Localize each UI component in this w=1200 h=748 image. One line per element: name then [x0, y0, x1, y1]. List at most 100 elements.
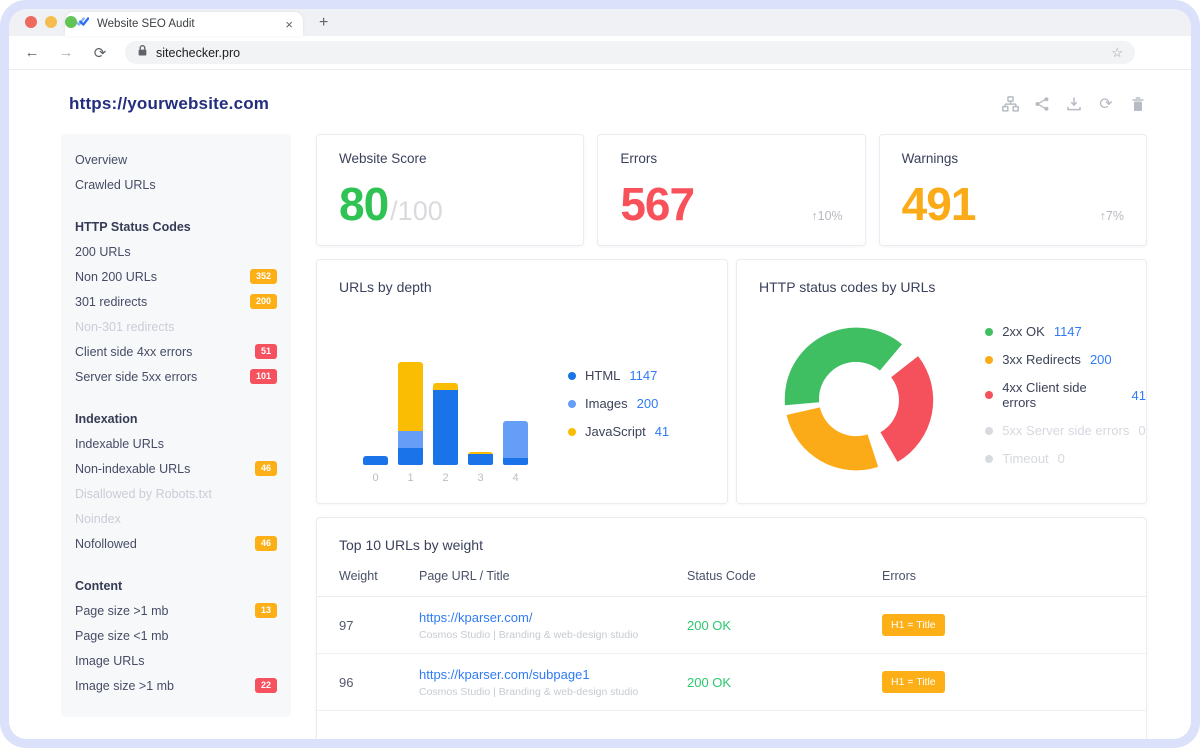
- count-badge: 101: [250, 369, 277, 384]
- count-badge: 51: [255, 344, 277, 359]
- table-header: Weight Page URL / Title Status Code Erro…: [317, 569, 1146, 597]
- page-content: https://yourwebsite.com: [9, 70, 1191, 739]
- outer-frame: Website SEO Audit × + ← → ⟳ sitechecker.…: [0, 0, 1200, 748]
- bar-x-label: 0: [372, 472, 378, 485]
- sidebar-item-indexable-urls[interactable]: Indexable URLs: [75, 431, 277, 456]
- sidebar-item-label: Crawled URLs: [75, 178, 277, 192]
- sidebar-item-label: Nofollowed: [75, 537, 255, 551]
- sidebar-item-nofollowed[interactable]: Nofollowed46: [75, 531, 277, 556]
- legend-label: JavaScript: [585, 424, 646, 439]
- tab-strip: Website SEO Audit × +: [9, 9, 1191, 36]
- legend-dot-icon: [985, 356, 993, 364]
- chart-title: URLs by depth: [317, 260, 727, 295]
- sidebar-item-noindex[interactable]: Noindex: [75, 506, 277, 531]
- legend-item: 2xx OK1147: [985, 324, 1146, 339]
- sidebar-item-page-size-1-mb[interactable]: Page size <1 mb: [75, 623, 277, 648]
- sidebar-item-non-200-urls[interactable]: Non 200 URLs352: [75, 264, 277, 289]
- audited-site-url: https://yourwebsite.com: [69, 94, 269, 114]
- count-badge: 46: [255, 536, 277, 551]
- sidebar-item-label: Noindex: [75, 512, 277, 526]
- legend-value: 200: [1090, 352, 1112, 367]
- bar-segment-html: [363, 456, 388, 465]
- weight-cell: 97: [339, 618, 419, 633]
- bar-x-label: 4: [512, 472, 518, 485]
- close-window-button[interactable]: [25, 16, 37, 28]
- donut-segment-4xx: [880, 356, 933, 462]
- errors-delta: ↑10%: [811, 209, 842, 223]
- tab-close-icon[interactable]: ×: [285, 17, 293, 32]
- new-tab-button[interactable]: +: [319, 14, 328, 32]
- sidebar-item-label: Indexation: [75, 412, 277, 426]
- warnings-value: 491: [902, 177, 976, 231]
- bar-segment-images: [398, 431, 423, 448]
- status-codes-card: HTTP status codes by URLs 2xx OK11473xx …: [736, 259, 1147, 504]
- sidebar-item-disallowed-by-robots-txt[interactable]: Disallowed by Robots.txt: [75, 481, 277, 506]
- legend-label: 2xx OK: [1002, 324, 1045, 339]
- sidebar-item-image-size-1-mb[interactable]: Image size >1 mb22: [75, 673, 277, 698]
- legend-item: 3xx Redirects200: [985, 352, 1146, 367]
- sidebar-item-label: Disallowed by Robots.txt: [75, 487, 277, 501]
- bookmark-star-icon[interactable]: ☆: [1111, 45, 1123, 61]
- legend-item: Images200: [568, 396, 669, 411]
- website-score-max: /100: [390, 196, 443, 227]
- bar-chart-legend: HTML1147Images200JavaScript41: [568, 368, 669, 439]
- bar-column: 4: [503, 421, 528, 485]
- sitechecker-favicon-icon: [75, 15, 89, 33]
- stat-title: Errors: [620, 151, 842, 166]
- legend-dot-icon: [568, 428, 576, 436]
- page-url-cell: https://kparser.com/subpage1Cosmos Studi…: [419, 667, 687, 698]
- trash-icon[interactable]: [1129, 95, 1147, 113]
- sidebar-item-overview[interactable]: Overview: [75, 147, 277, 172]
- donut-segment-3xx: [787, 407, 879, 470]
- bar-x-label: 3: [477, 472, 483, 485]
- bar-column: 0: [363, 456, 388, 485]
- sidebar-item-crawled-urls[interactable]: Crawled URLs: [75, 172, 277, 197]
- sidebar-item-301-redirects[interactable]: 301 redirects200: [75, 289, 277, 314]
- bar-stack: [503, 421, 528, 465]
- table-row: 96https://kparser.com/subpage1Cosmos Stu…: [317, 654, 1146, 711]
- sidebar-section: ContentPage size >1 mb13Page size <1 mbI…: [75, 573, 277, 698]
- sidebar-item-label: HTTP Status Codes: [75, 220, 277, 234]
- errors-card: Errors 567 ↑10%: [597, 134, 865, 246]
- errors-value: 567: [620, 177, 694, 231]
- browser-tab[interactable]: Website SEO Audit ×: [65, 12, 303, 36]
- sidebar-item-client-side-4xx-errors[interactable]: Client side 4xx errors51: [75, 339, 277, 364]
- donut-segment-2xx: [785, 328, 902, 406]
- page-url-link[interactable]: https://kparser.com/subpage1: [419, 667, 687, 682]
- reload-icon[interactable]: ⟳: [91, 44, 109, 62]
- errors-cell: H1 = Title: [882, 671, 1124, 693]
- sidebar-item-200-urls[interactable]: 200 URLs: [75, 239, 277, 264]
- sidebar-item-non-indexable-urls[interactable]: Non-indexable URLs46: [75, 456, 277, 481]
- page-url-link[interactable]: https://kparser.com/: [419, 610, 687, 625]
- sidebar-item-page-size-1-mb[interactable]: Page size >1 mb13: [75, 598, 277, 623]
- col-page-url: Page URL / Title: [419, 569, 687, 583]
- minimize-window-button[interactable]: [45, 16, 57, 28]
- sidebar-item-non-301-redirects[interactable]: Non-301 redirects: [75, 314, 277, 339]
- tab-title: Website SEO Audit: [97, 18, 277, 30]
- col-status-code: Status Code: [687, 569, 882, 583]
- legend-item: Timeout0: [985, 451, 1146, 466]
- legend-label: Images: [585, 396, 628, 411]
- browser-window: Website SEO Audit × + ← → ⟳ sitechecker.…: [9, 9, 1191, 739]
- refresh-icon[interactable]: ⟳: [1097, 95, 1115, 113]
- sidebar-item-label: Image size >1 mb: [75, 679, 255, 693]
- legend-label: Timeout: [1002, 451, 1048, 466]
- share-icon[interactable]: [1033, 95, 1051, 113]
- sidebar-section: IndexationIndexable URLsNon-indexable UR…: [75, 406, 277, 556]
- maximize-window-button[interactable]: [65, 16, 77, 28]
- sitemap-icon[interactable]: [1001, 95, 1019, 113]
- download-icon[interactable]: [1065, 95, 1083, 113]
- sidebar-item-image-urls[interactable]: Image URLs: [75, 648, 277, 673]
- url-text: sitechecker.pro: [156, 46, 1103, 60]
- status-code-cell: 200 OK: [687, 618, 882, 633]
- table-title: Top 10 URLs by weight: [317, 518, 1146, 553]
- url-bar[interactable]: sitechecker.pro ☆: [125, 41, 1135, 64]
- forward-icon[interactable]: →: [57, 44, 75, 61]
- sidebar-item-label: Page size <1 mb: [75, 629, 277, 643]
- sidebar-item-server-side-5xx-errors[interactable]: Server side 5xx errors101: [75, 364, 277, 389]
- sidebar-item-label: Non-indexable URLs: [75, 462, 255, 476]
- count-badge: 200: [250, 294, 277, 309]
- back-icon[interactable]: ←: [23, 44, 41, 61]
- legend-value: 41: [655, 424, 669, 439]
- report-actions: ⟳: [1001, 95, 1147, 113]
